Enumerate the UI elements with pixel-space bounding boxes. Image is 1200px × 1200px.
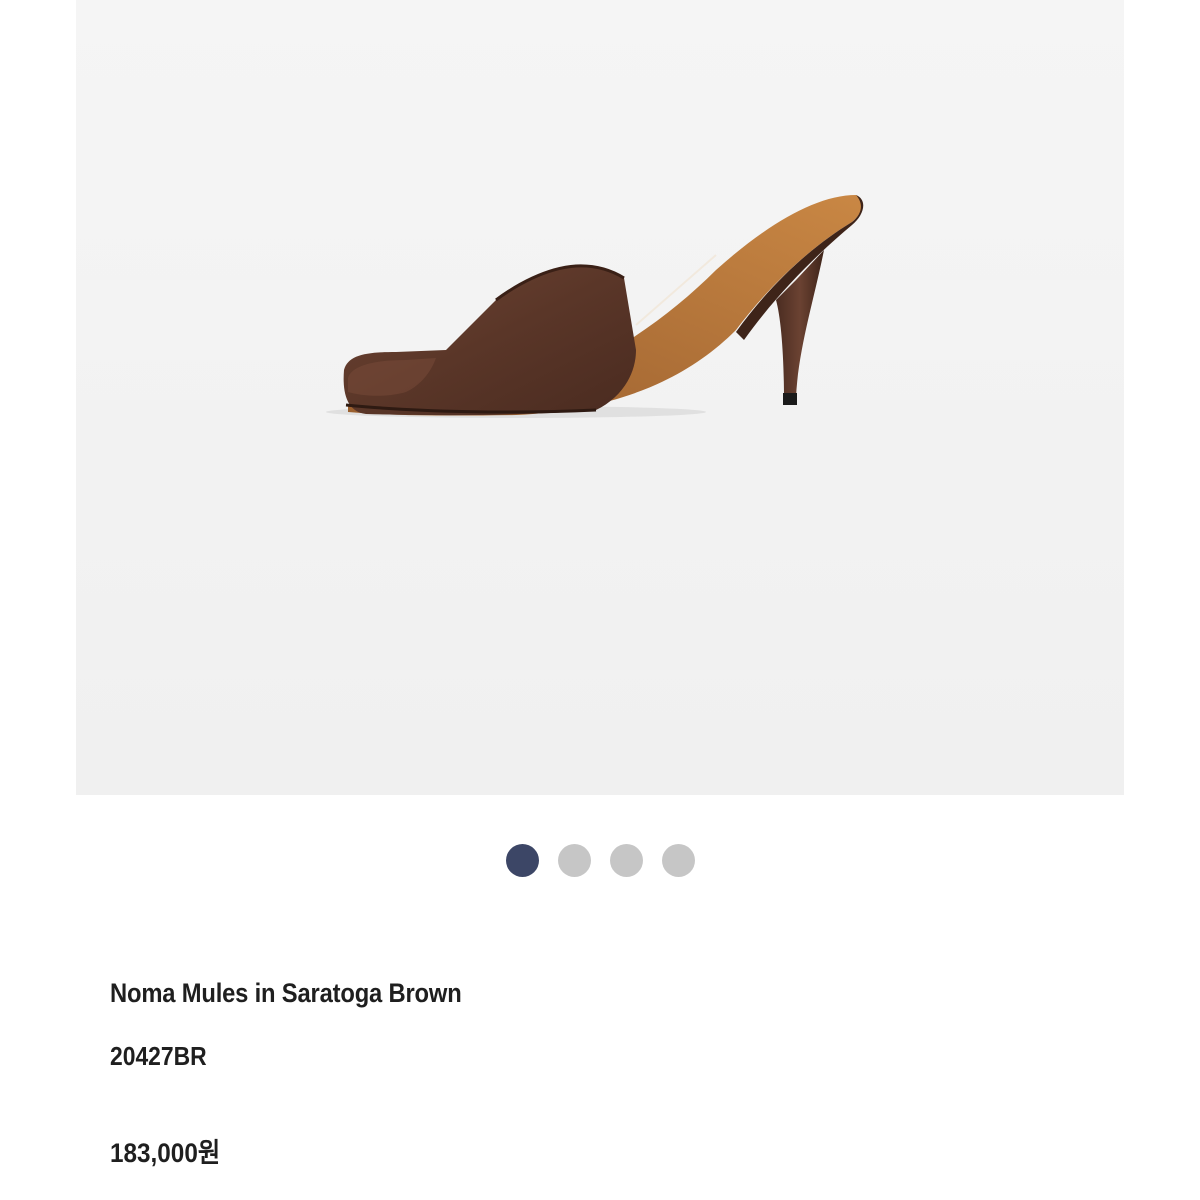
product-code: 20427BR [110,1041,207,1071]
mule-shoe-illustration [76,0,1124,795]
product-detail-page: Noma Mules in Saratoga Brown 20427BR 183… [0,0,1200,1200]
image-carousel-indicator [0,844,1200,878]
product-image[interactable] [76,0,1124,795]
carousel-dot-4[interactable] [661,844,695,877]
carousel-dot-3[interactable] [609,844,643,877]
carousel-dot-1[interactable] [505,844,539,877]
product-name: Noma Mules in Saratoga Brown [110,978,462,1008]
carousel-dot-2[interactable] [557,844,591,877]
product-price: 183,000원 [110,1138,221,1168]
